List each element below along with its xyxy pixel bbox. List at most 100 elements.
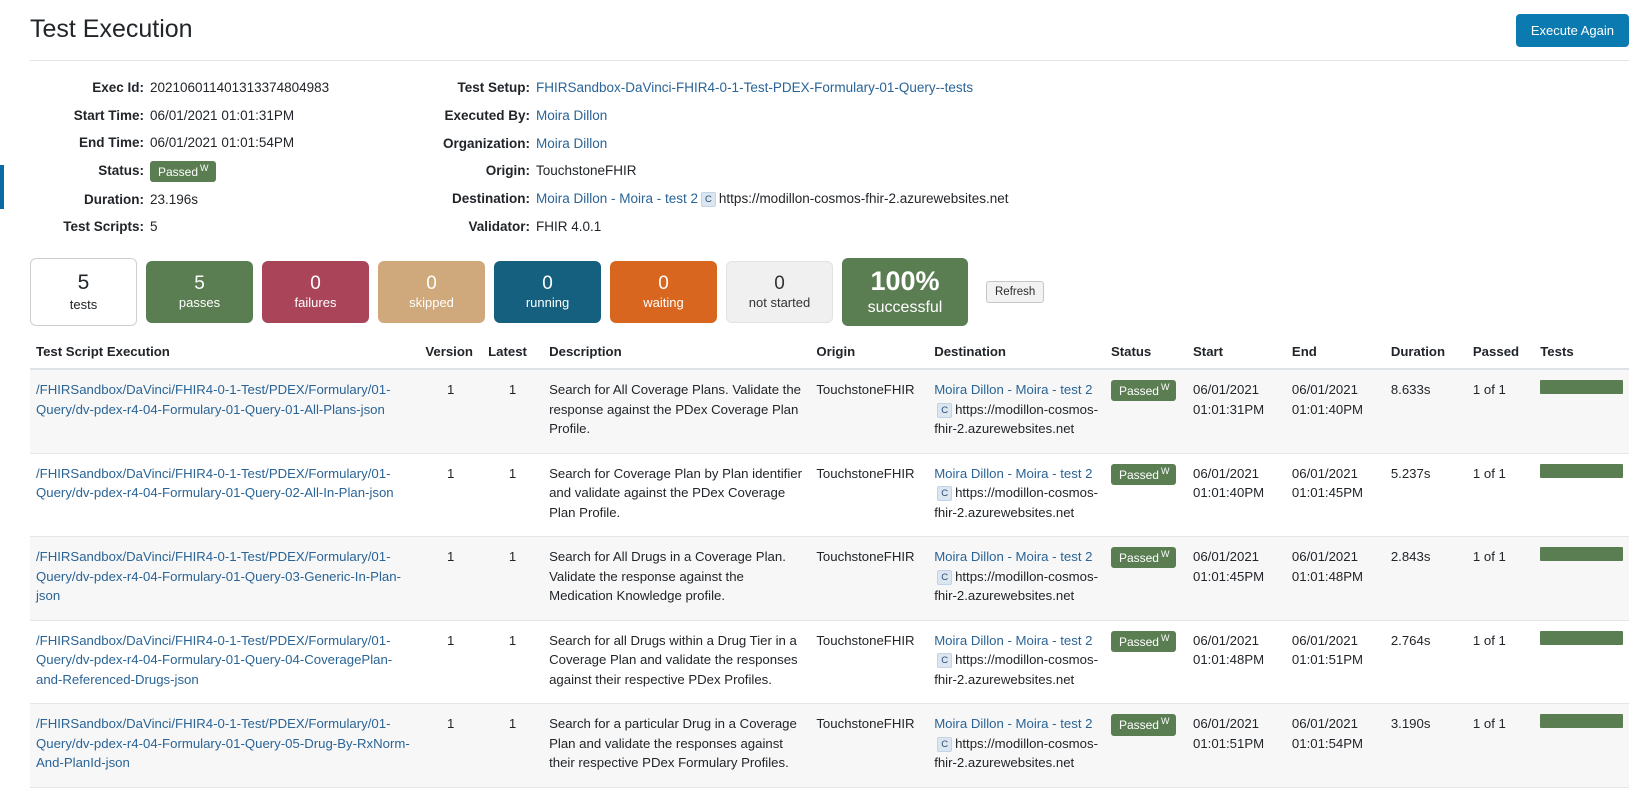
test-script-link[interactable]: /FHIRSandbox/DaVinci/FHIR4-0-1-Test/PDEX… — [36, 466, 394, 501]
table-row[interactable]: /FHIRSandbox/DaVinci/FHIR4-0-1-Test/PDEX… — [30, 453, 1629, 538]
cell-destination: Moira Dillon - Moira - test 2 Chttps://m… — [928, 703, 1105, 788]
cell-status: Passed W — [1104, 453, 1188, 538]
table-row[interactable]: /FHIRSandbox/DaVinci/FHIR4-0-1-Test/PDEX… — [30, 620, 1629, 705]
cell-destination: Moira Dillon - Moira - test 2 Chttps://m… — [928, 620, 1105, 705]
capability-statement-icon[interactable]: C — [701, 192, 716, 208]
capability-statement-icon[interactable]: C — [937, 486, 953, 502]
page-header: Test Execution Execute Again — [14, 0, 1645, 47]
status-badge-sup: W — [1160, 382, 1170, 392]
detail-value: FHIRSandbox-DaVinci-FHIR4-0-1-Test-PDEX-… — [536, 74, 1009, 102]
column-header-destination[interactable]: Destination — [928, 344, 1105, 370]
cell-origin: TouchstoneFHIR — [810, 453, 929, 538]
destination-link[interactable]: Moira Dillon - Moira - test 2 — [934, 549, 1092, 564]
detail-link[interactable]: Moira Dillon — [536, 108, 607, 123]
detail-row: Test Setup: FHIRSandbox-DaVinci-FHIR4-0-1… — [430, 74, 1009, 102]
column-header-version[interactable]: Version — [419, 344, 483, 370]
stat-tile-running[interactable]: 0 running — [494, 261, 601, 323]
cell-version: 1 — [419, 620, 483, 705]
destination-url: https://modillon-cosmos-fhir-2.azurewebs… — [934, 568, 1098, 604]
cell-start: 06/01/2021 01:01:40PM — [1187, 453, 1286, 538]
detail-value: Moira Dillon — [536, 130, 1009, 158]
tests-progress-bar — [1540, 380, 1623, 394]
detail-label: Organization: — [443, 135, 530, 151]
tests-progress-bar — [1540, 714, 1623, 729]
capability-statement-icon[interactable]: C — [937, 736, 953, 752]
execution-details: Exec Id: 202106011401313374804983 Start Ti… — [14, 61, 1645, 241]
column-header-origin[interactable]: Origin — [810, 344, 929, 370]
column-header-end[interactable]: End — [1285, 344, 1385, 370]
cell-description: Search for a particular Drug in a Covera… — [543, 703, 811, 788]
stat-tile-label: skipped — [409, 295, 454, 311]
column-header-description[interactable]: Description — [543, 344, 811, 370]
destination-link[interactable]: Moira Dillon - Moira - test 2 — [934, 633, 1092, 648]
cell-origin: TouchstoneFHIR — [810, 369, 929, 454]
detail-label: Validator: — [468, 219, 530, 235]
column-header-latest[interactable]: Latest — [482, 344, 544, 370]
detail-link[interactable]: Moira Dillon — [536, 136, 607, 151]
detail-row: Validator: FHIR 4.0.1 — [430, 213, 1009, 241]
cell-end: 06/01/2021 01:01:51PM — [1285, 620, 1385, 705]
stat-tile-waiting[interactable]: 0 waiting — [610, 261, 717, 323]
table-row[interactable]: /FHIRSandbox/DaVinci/FHIR4-0-1-Test/PDEX… — [30, 703, 1629, 788]
cell-end: 06/01/2021 01:01:54PM — [1285, 703, 1385, 788]
cell-origin: TouchstoneFHIR — [810, 536, 929, 621]
capability-statement-icon[interactable]: C — [937, 653, 953, 669]
cell-status: Passed W — [1104, 369, 1188, 454]
success-rate-label: successful — [867, 299, 943, 317]
stat-tile-tests[interactable]: 5 tests — [30, 258, 137, 326]
cell-tests — [1534, 703, 1629, 788]
table-row[interactable]: /FHIRSandbox/DaVinci/FHIR4-0-1-Test/PDEX… — [30, 369, 1629, 454]
stat-tile-value: 0 — [658, 272, 669, 294]
detail-value: 23.196s — [150, 191, 199, 207]
stat-tile-not-started[interactable]: 0 not started — [726, 261, 833, 323]
detail-row: Origin: TouchstoneFHIR — [430, 157, 1009, 185]
detail-link[interactable]: FHIRSandbox-DaVinci-FHIR4-0-1-Test-PDEX-… — [536, 80, 973, 95]
execute-again-button[interactable]: Execute Again — [1515, 14, 1629, 47]
stat-tile-passes[interactable]: 5 passes — [146, 261, 253, 323]
tests-progress-track — [1540, 380, 1623, 394]
cell-duration: 2.843s — [1384, 536, 1467, 621]
capability-statement-icon[interactable]: C — [937, 402, 953, 418]
execution-details-right: Test Setup: FHIRSandbox-DaVinci-FHIR4-0-1… — [430, 74, 1009, 241]
cell-start: 06/01/2021 01:01:48PM — [1187, 620, 1286, 705]
detail-row: Organization: Moira Dillon — [430, 130, 1009, 158]
cell-end: 06/01/2021 01:01:45PM — [1285, 453, 1385, 538]
test-script-executions-table-wrap: Test Script Execution Version Latest Des… — [14, 326, 1645, 788]
stat-tile-value: 0 — [774, 272, 785, 294]
stat-tile-failures[interactable]: 0 failures — [262, 261, 369, 323]
detail-label: Status: — [98, 162, 144, 178]
column-header-passed[interactable]: Passed — [1466, 344, 1535, 370]
test-script-link[interactable]: /FHIRSandbox/DaVinci/FHIR4-0-1-Test/PDEX… — [36, 382, 390, 417]
column-header-test-script-execution[interactable]: Test Script Execution — [30, 344, 420, 370]
test-script-link[interactable]: /FHIRSandbox/DaVinci/FHIR4-0-1-Test/PDEX… — [36, 549, 401, 603]
test-script-link[interactable]: /FHIRSandbox/DaVinci/FHIR4-0-1-Test/PDEX… — [36, 633, 392, 687]
cell-test-script-execution: /FHIRSandbox/DaVinci/FHIR4-0-1-Test/PDEX… — [30, 453, 420, 538]
test-script-executions-table: Test Script Execution Version Latest Des… — [30, 344, 1629, 788]
table-row[interactable]: /FHIRSandbox/DaVinci/FHIR4-0-1-Test/PDEX… — [30, 536, 1629, 621]
column-header-tests[interactable]: Tests — [1534, 344, 1629, 370]
test-script-link[interactable]: /FHIRSandbox/DaVinci/FHIR4-0-1-Test/PDEX… — [36, 716, 410, 770]
stat-tile-value: 5 — [194, 272, 205, 294]
column-header-duration[interactable]: Duration — [1384, 344, 1467, 370]
table-header: Test Script Execution Version Latest Des… — [30, 344, 1629, 370]
destination-link[interactable]: Moira Dillon - Moira - test 2 — [934, 466, 1092, 481]
stat-tile-value: 5 — [77, 271, 90, 295]
destination-link[interactable]: Moira Dillon - Moira - test 2 — [934, 716, 1092, 731]
detail-label: End Time: — [78, 135, 144, 151]
capability-statement-icon[interactable]: C — [937, 569, 953, 585]
destination-link[interactable]: Moira Dillon - Moira - test 2 — [536, 191, 698, 206]
status-badge-sup: W — [1160, 716, 1170, 727]
refresh-button[interactable]: Refresh — [986, 281, 1045, 303]
stat-tile-skipped[interactable]: 0 skipped — [378, 261, 485, 323]
cell-latest: 1 — [482, 703, 544, 788]
destination-link[interactable]: Moira Dillon - Moira - test 2 — [934, 382, 1092, 397]
status-badge-sup: W — [1160, 549, 1170, 560]
column-header-start[interactable]: Start — [1187, 344, 1286, 370]
status-badge: Passed W — [1110, 463, 1177, 485]
test-execution-page: Test Execution Execute Again Exec Id: 202… — [14, 0, 1645, 804]
status-badge: Passed W — [1110, 714, 1177, 736]
detail-value: Moira Dillon - Moira - test 2 Chttps://mo… — [536, 185, 1009, 213]
page-title: Test Execution — [30, 15, 193, 43]
detail-value: 06/01/2021 01:01:54PM — [150, 135, 295, 151]
column-header-status[interactable]: Status — [1104, 344, 1188, 370]
